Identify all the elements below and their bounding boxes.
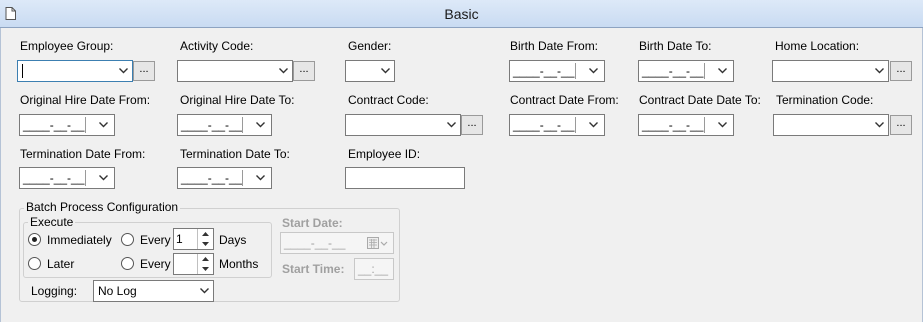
contract-code-select[interactable] (345, 114, 461, 136)
chevron-down-icon[interactable] (92, 168, 114, 188)
gender-select[interactable] (345, 60, 395, 82)
chevron-down-icon[interactable] (274, 61, 292, 81)
termination-date-from-label: Termination Date From: (20, 147, 146, 161)
spin-up-icon[interactable] (198, 254, 213, 264)
chevron-down-icon[interactable] (249, 168, 271, 188)
immediately-label[interactable]: Immediately (47, 233, 112, 247)
logging-select[interactable]: No Log (93, 280, 214, 302)
home-location-label: Home Location: (775, 39, 860, 53)
immediately-radio[interactable] (28, 233, 41, 246)
months-stepper[interactable] (173, 253, 214, 275)
every-months-label[interactable]: Every (140, 257, 171, 271)
employee-group-browse-button[interactable]: ... (133, 61, 155, 81)
chevron-down-icon[interactable] (195, 281, 213, 301)
calendar-icon[interactable] (367, 237, 389, 250)
logging-label: Logging: (31, 284, 78, 298)
termination-date-from-picker[interactable]: ____-__-__ (19, 167, 115, 189)
termination-date-to-label: Termination Date To: (180, 147, 290, 161)
chevron-down-icon[interactable] (92, 115, 114, 135)
later-label[interactable]: Later (47, 257, 74, 271)
chevron-down-icon[interactable] (870, 61, 888, 81)
contract-date-from-picker[interactable]: ____-__-__ (509, 114, 605, 136)
text-caret (22, 64, 23, 78)
birth-date-to-label: Birth Date To: (639, 39, 712, 53)
original-hire-to-label: Original Hire Date To: (180, 93, 295, 107)
contract-date-to-label: Contract Date Date To: (639, 93, 761, 107)
start-time-input[interactable]: __:__ (354, 258, 394, 280)
contract-date-to-picker[interactable]: ____-__-__ (638, 114, 734, 136)
months-label: Months (219, 257, 259, 271)
chevron-down-icon[interactable] (114, 61, 132, 81)
chevron-down-icon[interactable] (582, 115, 604, 135)
chevron-down-icon[interactable] (582, 61, 604, 81)
days-label: Days (219, 233, 247, 247)
spin-up-icon[interactable] (198, 229, 213, 239)
chevron-down-icon[interactable] (376, 61, 394, 81)
activity-code-label: Activity Code: (180, 39, 254, 53)
title-bar: Basic (0, 0, 923, 28)
activity-code-select[interactable] (177, 60, 293, 82)
chevron-down-icon[interactable] (711, 61, 733, 81)
start-date-picker[interactable]: ____-__-__ (280, 232, 394, 254)
window-title: Basic (444, 6, 479, 22)
original-hire-from-picker[interactable]: ____-__-__ (19, 114, 115, 136)
chevron-down-icon[interactable] (442, 115, 460, 135)
batch-process-title: Batch Process Configuration (24, 200, 181, 214)
home-location-select[interactable] (772, 60, 889, 82)
gender-label: Gender: (348, 39, 392, 53)
every-days-radio[interactable] (121, 233, 134, 246)
termination-code-browse-button[interactable]: ... (890, 115, 912, 135)
activity-code-browse-button[interactable]: ... (293, 61, 315, 81)
chevron-down-icon[interactable] (711, 115, 733, 135)
termination-date-to-picker[interactable]: ____-__-__ (177, 167, 272, 189)
days-stepper[interactable]: 1 (173, 228, 214, 250)
basic-panel: Employee Group: ... Activity Code: ... G… (0, 28, 923, 322)
contract-date-from-label: Contract Date From: (510, 93, 619, 107)
execute-title: Execute (28, 215, 76, 229)
employee-group-select[interactable] (17, 60, 133, 82)
employee-id-label: Employee ID: (348, 147, 421, 161)
birth-date-from-picker[interactable]: ____-__-__ (509, 60, 605, 82)
every-months-radio[interactable] (121, 257, 134, 270)
start-date-label: Start Date: (282, 216, 343, 230)
original-hire-to-picker[interactable]: ____-__-__ (177, 114, 272, 136)
later-radio[interactable] (28, 257, 41, 270)
employee-id-input[interactable] (345, 167, 465, 189)
employee-group-label: Employee Group: (20, 39, 114, 53)
every-days-label[interactable]: Every (140, 233, 171, 247)
contract-code-browse-button[interactable]: ... (461, 115, 483, 135)
start-time-label: Start Time: (282, 262, 345, 276)
home-location-browse-button[interactable]: ... (890, 61, 912, 81)
spin-down-icon[interactable] (198, 264, 213, 274)
birth-date-to-picker[interactable]: ____-__-__ (638, 60, 734, 82)
contract-code-label: Contract Code: (348, 93, 429, 107)
termination-code-select[interactable] (773, 114, 889, 136)
birth-date-from-label: Birth Date From: (510, 39, 599, 53)
termination-code-label: Termination Code: (776, 93, 874, 107)
chevron-down-icon[interactable] (870, 115, 888, 135)
chevron-down-icon[interactable] (249, 115, 271, 135)
original-hire-from-label: Original Hire Date From: (20, 93, 151, 107)
spin-down-icon[interactable] (198, 239, 213, 249)
